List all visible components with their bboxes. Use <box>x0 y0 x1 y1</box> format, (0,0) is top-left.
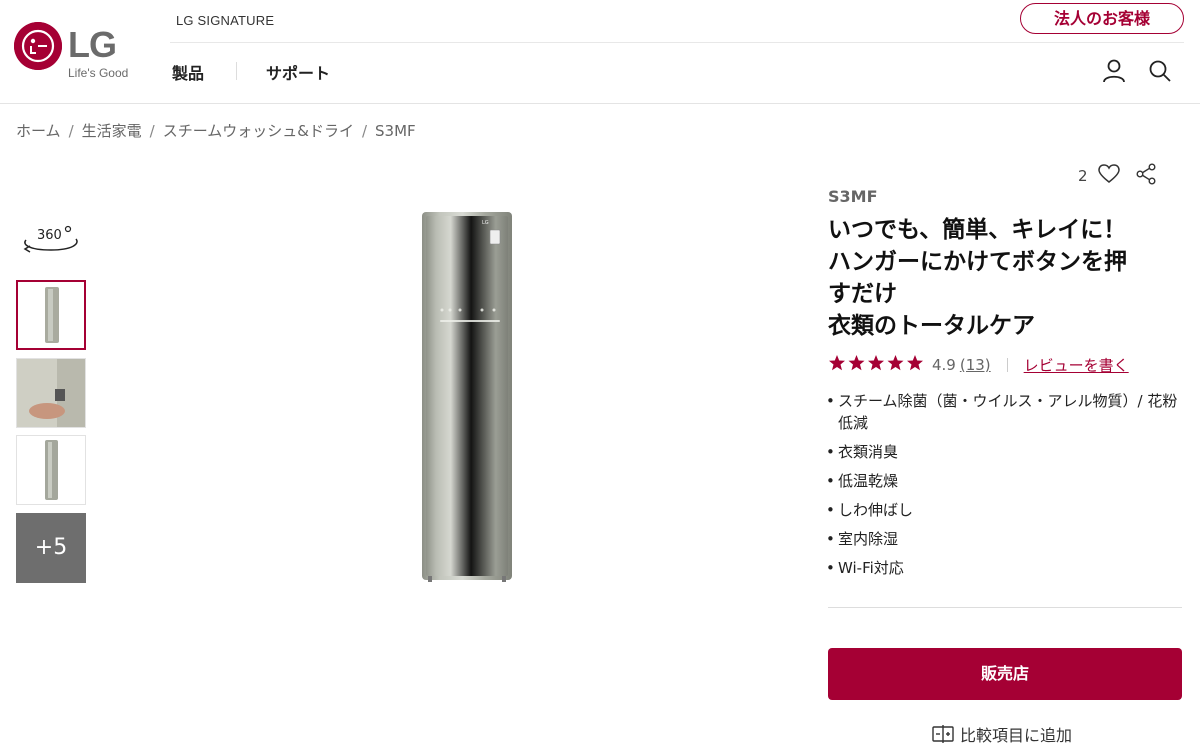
logo-tagline: Life's Good <box>68 66 129 80</box>
breadcrumb: ホーム / 生活家電 / スチームウォッシュ&ドライ / S3MF <box>16 122 416 140</box>
thumbnail-3[interactable] <box>16 435 86 505</box>
view-360-icon[interactable]: 360 <box>20 222 82 256</box>
svg-text:360: 360 <box>37 228 62 243</box>
info-divider <box>828 607 1182 608</box>
breadcrumb-steam-wash-dry[interactable]: スチームウォッシュ&ドライ <box>163 122 354 140</box>
rating-row: 4.9 (13) レビューを書く <box>828 354 1129 376</box>
feature-item: 低温乾燥 <box>826 470 1186 492</box>
title-line-1: いつでも、簡単、キレイに！ <box>828 217 1127 243</box>
user-icon[interactable] <box>1101 58 1127 84</box>
share-icon[interactable] <box>1135 163 1157 189</box>
logo-text: LG <box>68 24 117 65</box>
header-divider <box>170 42 1184 43</box>
thumbnail-2[interactable] <box>16 358 86 428</box>
search-icon[interactable] <box>1147 58 1173 84</box>
nav-products[interactable]: 製品 <box>172 60 204 84</box>
compare-icon <box>932 725 954 743</box>
more-images-button[interactable]: +5 <box>16 513 86 583</box>
corporate-customer-button[interactable]: 法人のお客様 <box>1020 3 1184 34</box>
write-review-link[interactable]: レビューを書く <box>1024 357 1129 375</box>
breadcrumb-current: S3MF <box>375 122 416 140</box>
nav-divider <box>236 62 237 80</box>
product-title: いつでも、簡単、キレイに！ ハンガーにかけてボタンを押 すだけ 衣類のトータルケ… <box>828 214 1188 342</box>
compare-label: 比較項目に追加 <box>960 726 1073 745</box>
review-count-link[interactable]: (13) <box>960 356 991 374</box>
feature-item: 衣類消臭 <box>826 441 1186 463</box>
lg-logo[interactable]: LG Life's Good <box>14 22 134 82</box>
retailer-button[interactable]: 販売店 <box>828 648 1182 700</box>
compare-button[interactable]: 比較項目に追加 <box>932 722 1072 746</box>
title-line-3: すだけ <box>828 281 897 307</box>
lg-logo-icon <box>14 22 62 70</box>
wishlist-area: 2 <box>1078 163 1157 189</box>
thumbnail-1[interactable] <box>16 280 86 350</box>
heart-icon[interactable] <box>1098 164 1121 188</box>
feature-item: スチーム除菌（菌・ウイルス・アレル物質）/ 花粉低減 <box>826 390 1186 434</box>
product-model: S3MF <box>828 187 878 206</box>
feature-item: しわ伸ばし <box>826 499 1186 521</box>
lg-signature-link[interactable]: LG SIGNATURE <box>176 13 274 28</box>
site-header: LG Life's Good LG SIGNATURE 法人のお客様 製品 サポ… <box>0 0 1200 104</box>
feature-item: Wi-Fi対応 <box>826 557 1186 579</box>
breadcrumb-appliances[interactable]: 生活家電 <box>82 122 142 140</box>
rating-value: 4.9 <box>932 356 956 374</box>
main-product-image: LG <box>420 212 514 584</box>
rating-stars <box>828 354 926 376</box>
feature-list: スチーム除菌（菌・ウイルス・アレル物質）/ 花粉低減 衣類消臭 低温乾燥 しわ伸… <box>826 390 1186 586</box>
wishlist-count: 2 <box>1078 167 1088 185</box>
nav-support[interactable]: サポート <box>266 60 330 84</box>
svg-text:LG: LG <box>482 220 489 226</box>
feature-item: 室内除湿 <box>826 528 1186 550</box>
title-line-4: 衣類のトータルケア <box>828 313 1035 339</box>
breadcrumb-home[interactable]: ホーム <box>16 122 61 140</box>
rating-divider <box>1006 358 1008 372</box>
title-line-2: ハンガーにかけてボタンを押 <box>828 249 1127 275</box>
